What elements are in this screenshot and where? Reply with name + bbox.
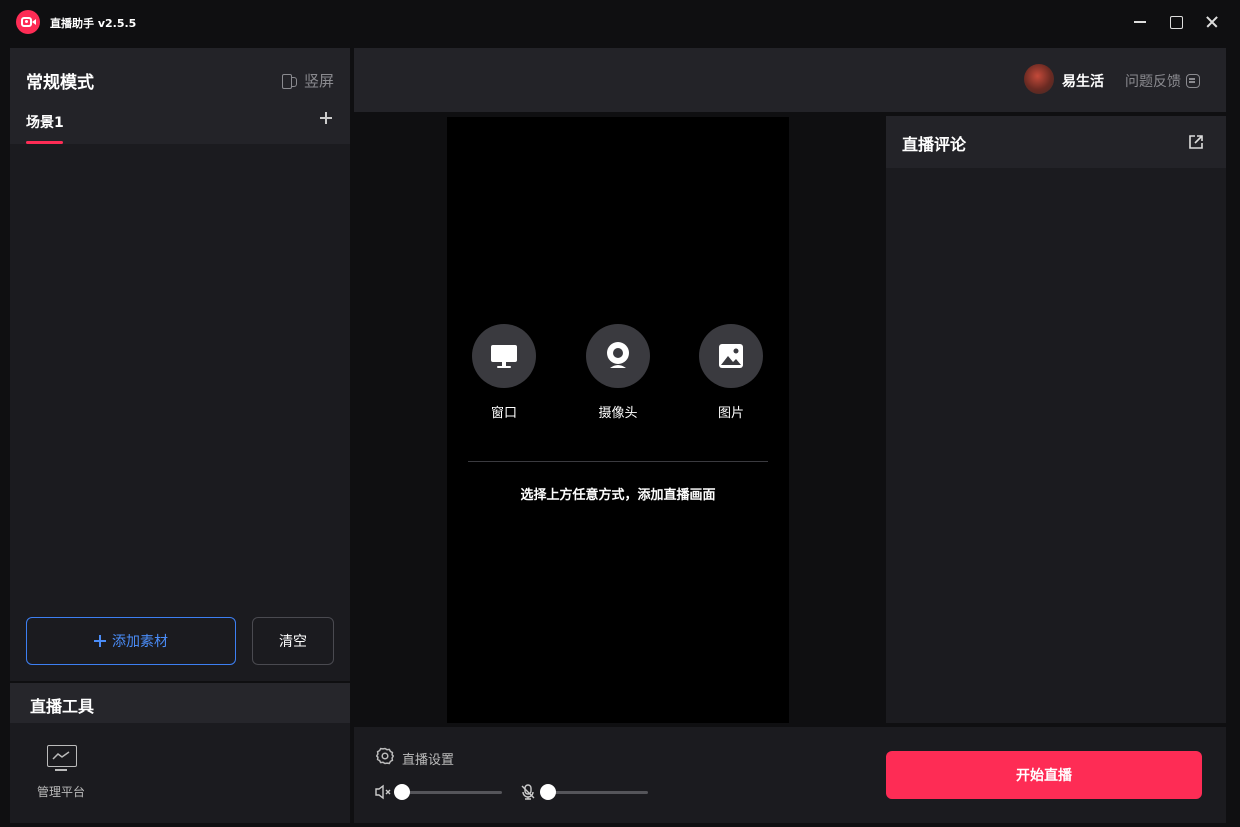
speaker-volume-slider[interactable] [374,784,504,800]
mic-volume-knob[interactable] [540,784,556,800]
title-bar: 直播助手 v2.5.5 [0,0,1240,44]
mode-title: 常规模式 [26,73,94,93]
live-tools-header: 直播工具 [10,683,350,723]
external-link-icon[interactable] [1188,134,1204,150]
tool-management-platform[interactable]: 管理平台 [32,743,90,800]
speaker-volume-track [394,791,502,794]
app-logo-icon [16,10,40,34]
source-webcam-label: 摄像头 [598,406,638,421]
portrait-icon [281,73,298,89]
tool-label: 管理平台 [36,785,85,799]
source-window[interactable]: 窗口 [464,324,544,421]
username[interactable]: 易生活 [1062,71,1104,91]
webcam-icon [586,324,650,388]
monitor-icon [472,324,536,388]
mic-mute-icon [520,784,536,804]
avatar[interactable] [1024,64,1054,94]
feedback-link[interactable]: 问题反馈 [1125,71,1200,91]
active-tab-indicator [26,141,63,144]
live-settings-button[interactable]: 直播设置 [375,747,455,769]
plus-icon [94,635,106,647]
top-bar: 易生活 问题反馈 [354,48,1226,112]
source-window-label: 窗口 [490,406,517,421]
source-image-label: 图片 [717,406,744,421]
preview-hint: 选择上方任意方式，添加直播画面 [520,488,716,503]
add-material-button[interactable]: 添加素材 [26,617,236,665]
maximize-icon[interactable] [1166,12,1186,32]
feedback-icon [1186,74,1200,88]
source-image[interactable]: 图片 [691,324,771,421]
portrait-toggle[interactable]: 竖屏 [281,70,334,91]
tab-scene-1[interactable]: 场景1 [26,112,64,132]
monitor-chart-icon [46,743,77,773]
comments-header: 直播评论 [886,116,1226,168]
bottom-bar: 直播设置 开始直播 [354,727,1226,823]
minimize-icon[interactable] [1130,12,1150,32]
clear-button[interactable]: 清空 [252,617,334,665]
close-icon[interactable] [1202,12,1222,32]
app-title: 直播助手 v2.5.5 [50,17,137,30]
scene-panel: 常规模式 竖屏 场景1 添加素材 清空 [10,48,350,681]
live-preview: 窗口 摄像头 图片 选择上方任意方式，添加直播画面 [447,117,789,723]
live-tools-panel: 直播工具 管理平台 [10,683,350,823]
speaker-volume-knob[interactable] [394,784,410,800]
add-material-label: 添加素材 [112,634,168,650]
live-settings-label: 直播设置 [402,752,455,768]
portrait-label: 竖屏 [303,72,334,90]
comments-title: 直播评论 [902,135,967,154]
feedback-label: 问题反馈 [1125,74,1181,90]
source-webcam[interactable]: 摄像头 [578,324,658,421]
scene-panel-header: 常规模式 竖屏 场景1 [10,48,350,144]
gear-icon [375,747,395,769]
live-tools-title: 直播工具 [30,697,95,716]
divider [468,461,768,462]
start-live-button[interactable]: 开始直播 [886,751,1202,799]
speaker-mute-icon [374,784,392,804]
mic-volume-track [540,791,648,794]
comments-panel: 直播评论 [886,116,1226,723]
mic-volume-slider[interactable] [520,784,650,800]
image-icon [699,324,763,388]
add-scene-icon[interactable] [318,110,334,126]
